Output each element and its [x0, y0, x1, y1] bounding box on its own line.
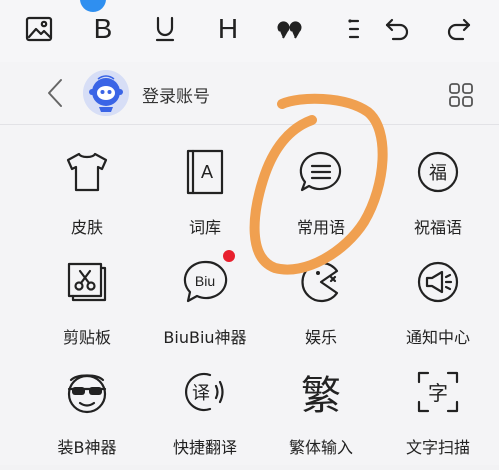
grid-item-label: 装B神器 [57, 438, 117, 457]
blue-indicator [80, 0, 106, 12]
grid-item-label: 常用语 [296, 218, 345, 237]
chat-bubble-icon [296, 144, 346, 200]
bold-label: B [93, 13, 113, 44]
heading-label: H [217, 13, 239, 44]
grid-item-label: 皮肤 [70, 218, 103, 237]
grid-item-show-off[interactable]: 装B神器 [25, 360, 149, 470]
panel-header: 登录账号 [0, 62, 499, 125]
undo-icon[interactable] [380, 12, 414, 46]
grid-item-blessings[interactable]: 福 祝福语 [376, 140, 499, 250]
dictionary-icon-text: A [201, 162, 213, 182]
grid-item-label: 祝福语 [413, 218, 462, 237]
grid-menu-button[interactable] [446, 80, 476, 110]
grid-item-label: BiuBiu神器 [163, 328, 247, 347]
grid-item-notification-center[interactable]: 通知中心 [376, 250, 499, 360]
grid-item-label: 繁体输入 [288, 438, 353, 457]
heading-button[interactable]: H [211, 12, 245, 46]
grid-item-label: 快捷翻译 [172, 438, 237, 457]
biu-bubble-icon: Biu [180, 254, 230, 310]
biu-icon-text: Biu [195, 273, 215, 289]
grid-item-skin[interactable]: 皮肤 [25, 140, 149, 250]
list-icon[interactable] [333, 12, 367, 46]
translate-icon-text: 译 [192, 383, 210, 404]
grid-item-clipboard[interactable]: 剪贴板 [25, 250, 149, 360]
avatar[interactable] [83, 70, 129, 116]
back-button[interactable] [40, 76, 70, 110]
blessing-icon: 福 [413, 144, 463, 200]
grid-item-label: 娱乐 [304, 328, 337, 347]
grid-item-label: 剪贴板 [62, 328, 111, 347]
scan-icon-text: 字 [428, 381, 448, 405]
robot-avatar-icon [83, 70, 129, 116]
underline-icon[interactable] [148, 12, 182, 46]
image-icon[interactable] [22, 12, 56, 46]
grid-item-dictionary[interactable]: A 词库 [143, 140, 267, 250]
grid-item-common-phrases[interactable]: 常用语 [259, 140, 383, 250]
grid-item-quick-translate[interactable]: 译 快捷翻译 [143, 360, 267, 470]
grid-icon [449, 83, 473, 107]
redo-icon[interactable] [442, 12, 476, 46]
traditional-char-icon: 繁 [296, 364, 346, 420]
translate-icon: 译 [180, 364, 230, 420]
tshirt-icon [62, 144, 112, 200]
traditional-icon-text: 繁 [301, 373, 341, 417]
megaphone-icon [413, 254, 463, 310]
sunglasses-face-icon [62, 364, 112, 420]
notification-badge [223, 250, 235, 262]
keyboard-menu-panel: 登录账号 皮肤 A 词库 常用语 福 祝福语 剪贴板 Biu BiuBiu神器 … [0, 62, 499, 465]
dictionary-icon: A [180, 144, 230, 200]
text-scan-icon: 字 [413, 364, 463, 420]
format-toolbar: B H [0, 0, 499, 63]
grid-item-entertainment[interactable]: 娱乐 [259, 250, 383, 360]
pacman-icon [296, 254, 346, 310]
grid-item-text-scan[interactable]: 字 文字扫描 [376, 360, 499, 470]
chevron-left-icon [48, 79, 62, 107]
clipboard-scissors-icon [62, 254, 112, 310]
grid-item-label: 文字扫描 [405, 438, 470, 457]
grid-item-biubiu[interactable]: Biu BiuBiu神器 [143, 250, 267, 360]
blessing-icon-text: 福 [429, 163, 447, 184]
grid-item-label: 通知中心 [405, 328, 470, 347]
grid-item-label: 词库 [188, 218, 221, 237]
login-account-link[interactable]: 登录账号 [142, 82, 210, 107]
quote-icon[interactable] [273, 12, 307, 46]
bold-button[interactable]: B [86, 12, 120, 46]
grid-item-traditional-input[interactable]: 繁 繁体输入 [259, 360, 383, 470]
